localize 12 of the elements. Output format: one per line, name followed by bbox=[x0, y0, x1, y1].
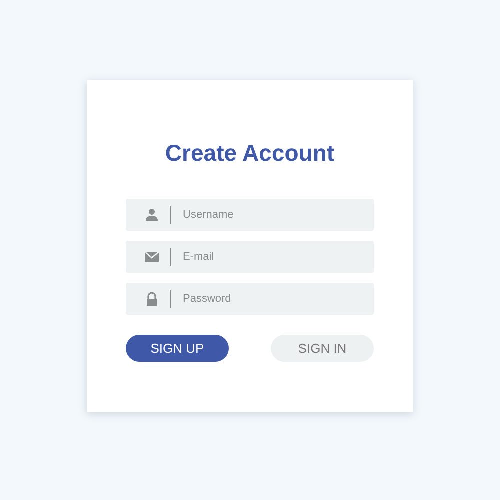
input-field[interactable]: Password bbox=[126, 283, 374, 315]
envelope-icon bbox=[145, 250, 159, 264]
input-field[interactable]: Username bbox=[126, 199, 374, 231]
user-icon bbox=[145, 208, 159, 222]
text-input[interactable]: Username bbox=[183, 199, 353, 231]
text-input[interactable]: E-mail bbox=[183, 241, 353, 273]
padlock-icon bbox=[145, 292, 159, 306]
sign-up-button[interactable]: SIGN UP bbox=[126, 335, 229, 362]
sign-in-button[interactable]: SIGN IN bbox=[271, 335, 374, 362]
input-field[interactable]: E-mail bbox=[126, 241, 374, 273]
text-input[interactable]: Password bbox=[183, 283, 353, 315]
form-title: Create Account bbox=[165, 139, 335, 168]
